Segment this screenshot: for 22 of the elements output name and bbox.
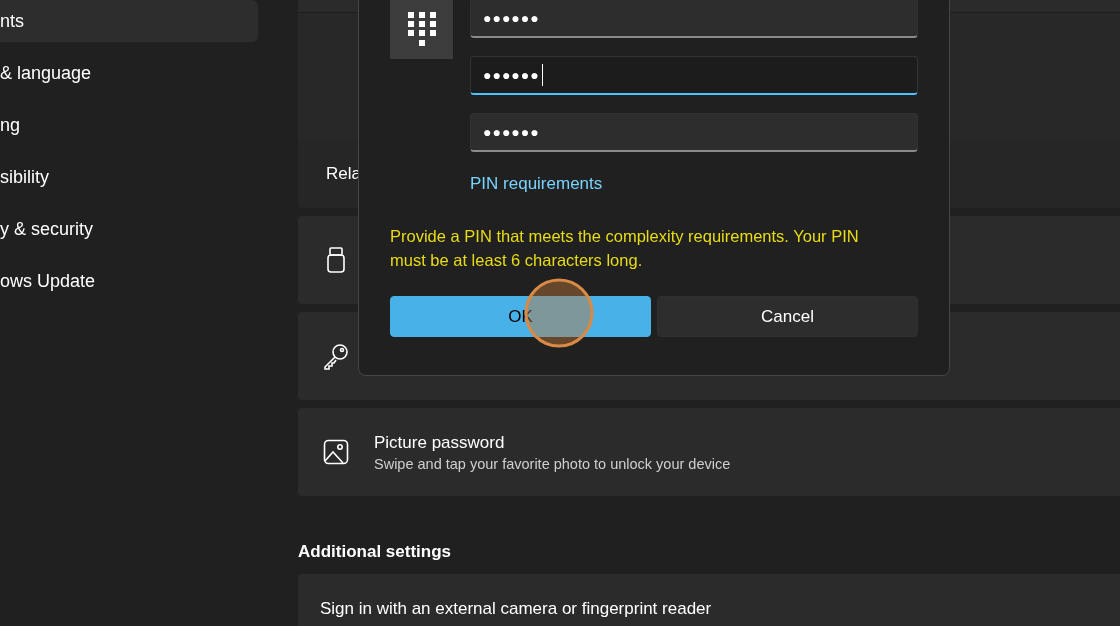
pin-field[interactable]: ●●●●●● (470, 113, 918, 152)
pin-field[interactable]: ●●●●●● (470, 0, 918, 38)
pin-requirements-link[interactable]: PIN requirements (470, 174, 603, 194)
pin-field[interactable]: ●●●●●● (470, 56, 918, 95)
usb-key-icon (327, 247, 345, 273)
sidebar-item[interactable]: ows Update (0, 260, 258, 302)
settings-card[interactable]: Picture password Swipe and tap your favorite photo to unlock your device (298, 408, 1120, 496)
section-heading: Additional settings (298, 542, 452, 562)
card-title: Sign in with an external camera or fingerprint reader (320, 599, 712, 619)
cancel-button[interactable]: Cancel (657, 296, 918, 337)
sidebar-item[interactable]: nts (0, 0, 258, 42)
sidebar-item[interactable]: ng (0, 104, 258, 146)
keypad-icon (407, 12, 436, 46)
card-description: Swipe and tap your favorite photo to unlock your device (374, 455, 731, 472)
sidebar-item[interactable]: y & security (0, 208, 258, 250)
key-icon (322, 342, 350, 370)
settings-card[interactable]: Sign in with an external camera or fingerprint reader (298, 574, 1120, 626)
card-title: Picture password (374, 432, 506, 453)
image-icon (323, 439, 349, 465)
sidebar-item[interactable]: & language (0, 52, 258, 94)
error-message: Provide a PIN that meets the complexity requirements. Your PIN must be at least 6 characters long. (390, 226, 860, 271)
sidebar-item[interactable]: sibility (0, 156, 258, 198)
